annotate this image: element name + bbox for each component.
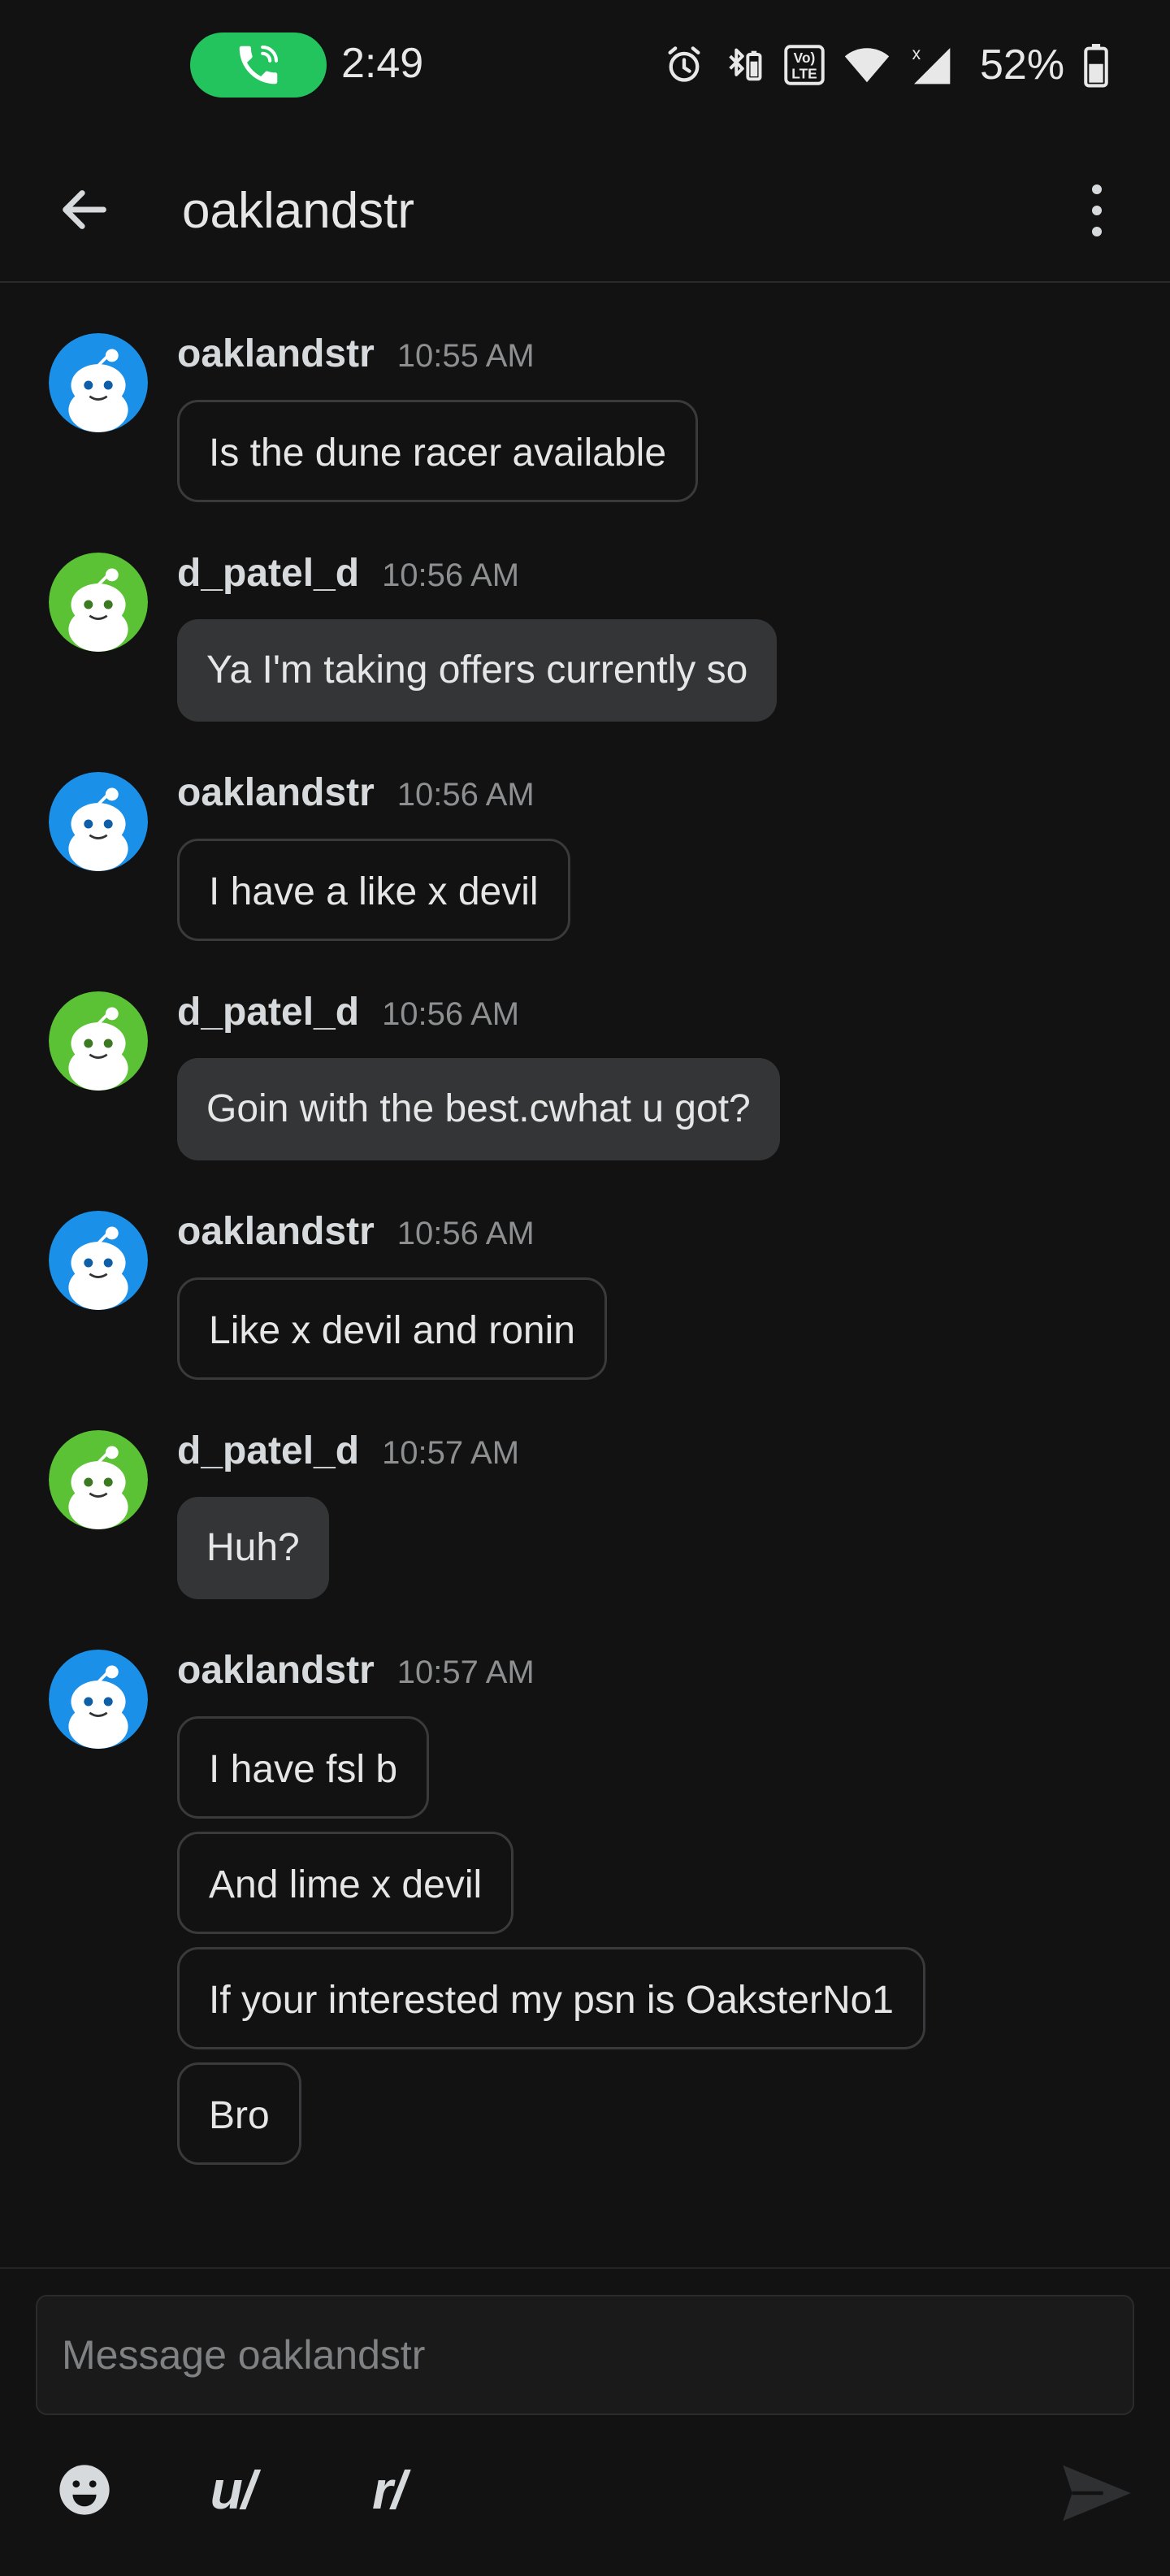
message-author[interactable]: oaklandstr [177, 332, 375, 376]
avatar[interactable] [49, 333, 148, 432]
message-author[interactable]: oaklandstr [177, 1648, 375, 1693]
message-list[interactable]: oaklandstr 10:55 AM Is the dune racer avai… [0, 283, 1170, 2266]
message-group: oaklandstr 10:56 AM I have a like x devil [0, 722, 1170, 941]
message-bubble-row: I have a like x devil [177, 821, 1170, 941]
composer: u/ r/ [0, 2267, 1170, 2576]
message-meta: oaklandstr 10:56 AM [177, 1160, 1170, 1260]
message-bubble[interactable]: If your interested my psn is OaksterNo1 [177, 1947, 925, 2049]
message-bubble-row: Is the dune racer available [177, 382, 1170, 502]
message-group: oaklandstr 10:56 AM Like x devil and ronin [0, 1160, 1170, 1380]
message-bubble[interactable]: Like x devil and ronin [177, 1277, 607, 1380]
message-meta: d_patel_d 10:57 AM [177, 1380, 1170, 1479]
message-bubble[interactable]: Is the dune racer available [177, 400, 699, 502]
alarm-icon [663, 44, 705, 86]
message-group: d_patel_d 10:57 AM Huh? [0, 1380, 1170, 1599]
message-bubble[interactable]: Bro [177, 2062, 301, 2165]
message-bubble-row: Goin with the best.cwhat u got? [177, 1040, 1170, 1160]
ongoing-call-pill[interactable] [190, 33, 327, 98]
bluetooth-battery-icon [723, 44, 765, 86]
svg-text:Vo): Vo) [794, 50, 816, 66]
status-time: 2:49 [341, 40, 424, 87]
emoji-button[interactable] [44, 2449, 125, 2530]
send-button[interactable] [1056, 2452, 1138, 2534]
avatar[interactable] [49, 1211, 148, 1310]
message-time: 10:57 AM [382, 1435, 520, 1471]
message-group: d_patel_d 10:56 AM Ya I'm taking offers cu… [0, 502, 1170, 722]
message-time: 10:57 AM [396, 1654, 535, 1690]
message-group: d_patel_d 10:56 AM Goin with the best.cwha… [0, 941, 1170, 1160]
message-meta: oaklandstr 10:55 AM [177, 283, 1170, 382]
chat-header: oaklandstr [0, 133, 1170, 283]
message-group: oaklandstr 10:55 AM Is the dune racer avai… [0, 283, 1170, 502]
message-meta: d_patel_d 10:56 AM [177, 502, 1170, 601]
message-meta: oaklandstr 10:57 AM [177, 1599, 1170, 1698]
subreddit-mention-button[interactable]: r/ [348, 2449, 429, 2530]
user-mention-button[interactable]: u/ [192, 2449, 273, 2530]
message-author[interactable]: oaklandstr [177, 1209, 375, 1254]
wifi-icon [843, 44, 890, 86]
signal-icon: x [908, 42, 954, 88]
back-button[interactable] [49, 174, 120, 245]
arrow-left-icon [63, 190, 106, 229]
message-author[interactable]: d_patel_d [177, 551, 359, 596]
svg-text:LTE: LTE [791, 65, 817, 81]
battery-percentage: 52% [980, 41, 1065, 89]
message-author[interactable]: d_patel_d [177, 990, 359, 1034]
message-author[interactable]: oaklandstr [177, 770, 375, 815]
emoji-icon [59, 2465, 110, 2515]
message-meta: oaklandstr 10:56 AM [177, 722, 1170, 821]
message-input[interactable] [36, 2295, 1134, 2415]
message-bubble-row: If your interested my psn is OaksterNo1 [177, 1934, 1170, 2049]
battery-icon [1082, 42, 1110, 88]
message-time: 10:56 AM [396, 777, 535, 813]
message-bubble[interactable]: I have a like x devil [177, 839, 570, 941]
message-time: 10:56 AM [396, 1216, 535, 1251]
message-meta: d_patel_d 10:56 AM [177, 941, 1170, 1040]
message-time: 10:56 AM [382, 996, 520, 1032]
avatar[interactable] [49, 1650, 148, 1749]
subreddit-mention-label: r/ [371, 2460, 406, 2520]
message-author[interactable]: d_patel_d [177, 1429, 359, 1473]
message-bubble-row: Huh? [177, 1479, 1170, 1599]
message-bubble[interactable]: Goin with the best.cwhat u got? [177, 1058, 780, 1160]
status-icons: Vo) LTE x 52% [663, 39, 1110, 91]
user-mention-label: u/ [210, 2460, 257, 2520]
chat-title: oaklandstr [182, 183, 415, 239]
message-bubble[interactable]: I have fsl b [177, 1716, 430, 1819]
avatar[interactable] [49, 991, 148, 1091]
kebab-menu-icon[interactable] [1061, 166, 1133, 255]
message-bubble[interactable]: Huh? [177, 1497, 329, 1599]
volte-icon: Vo) LTE [783, 44, 826, 86]
message-bubble-row: Like x devil and ronin [177, 1260, 1170, 1380]
message-bubble[interactable]: And lime x devil [177, 1832, 514, 1934]
message-bubble[interactable]: Ya I'm taking offers currently so [177, 619, 778, 722]
status-bar: 2:49 Vo) LTE x 52% [0, 0, 1170, 133]
message-bubble-row: I have fsl b [177, 1698, 1170, 1819]
message-group: oaklandstr 10:57 AM I have fsl b And lime x… [0, 1599, 1170, 2165]
svg-text:x: x [912, 45, 921, 63]
message-bubble-row: Bro [177, 2049, 1170, 2165]
avatar[interactable] [49, 772, 148, 871]
avatar[interactable] [49, 1430, 148, 1529]
message-bubble-row: And lime x devil [177, 1819, 1170, 1934]
phone-call-icon [239, 45, 279, 85]
message-time: 10:55 AM [396, 338, 535, 374]
avatar[interactable] [49, 553, 148, 652]
message-time: 10:56 AM [382, 557, 520, 593]
send-icon [1063, 2465, 1131, 2522]
message-bubble-row: Ya I'm taking offers currently so [177, 601, 1170, 722]
